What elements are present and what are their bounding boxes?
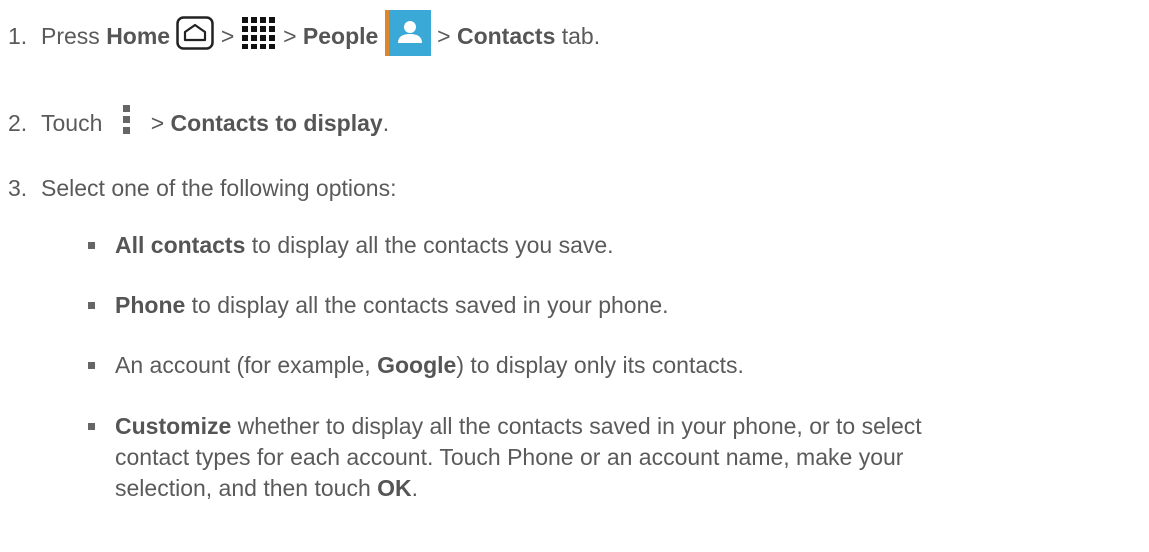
option-text: to display all the contacts you save.	[245, 232, 614, 258]
option-text: An account (for example,	[115, 352, 378, 378]
option-title: Google	[377, 352, 457, 378]
step-text: Press	[41, 22, 100, 49]
contacts-to-display-label: Contacts to display	[170, 109, 383, 136]
bullet-icon	[88, 423, 95, 430]
step-number: 3.	[8, 175, 28, 201]
option-text: ) to display only its contacts.	[456, 352, 744, 378]
option-text: to display all the contacts saved in you…	[185, 292, 669, 318]
bullet-icon	[88, 242, 95, 249]
separator: >	[283, 22, 297, 49]
bullet-icon	[88, 362, 95, 369]
option-line: Customize whether to display all the con…	[115, 411, 1145, 442]
step-text: tab.	[561, 22, 601, 49]
people-label: People	[302, 22, 379, 49]
option-phone: Phone to display all the contacts saved …	[115, 290, 669, 321]
option-text: .	[411, 475, 419, 501]
people-app-icon	[384, 10, 431, 62]
bullet-icon	[88, 302, 95, 309]
option-text: selection, and then touch	[115, 475, 378, 501]
period: .	[382, 109, 390, 136]
step-3: 3. Select one of the following options:	[8, 175, 396, 202]
separator: >	[220, 22, 235, 49]
ok-label: OK	[377, 475, 412, 501]
home-button-icon	[176, 16, 215, 56]
home-label: Home	[106, 22, 171, 49]
step-text: Touch	[41, 109, 103, 136]
option-text: whether to display all the contacts save…	[231, 413, 922, 439]
option-line: selection, and then touch OK.	[115, 473, 1145, 504]
menu-dots-icon	[122, 104, 132, 142]
step-2: 2. Touch > Contacts to display.	[8, 104, 389, 142]
apps-grid-icon	[241, 16, 277, 56]
step-1: 1. Press Home > > People > Contacts tab.	[8, 10, 600, 62]
step-number: 1.	[8, 22, 28, 49]
option-customize: Customize whether to display all the con…	[115, 411, 1145, 504]
option-all-contacts: All contacts to display all the contacts…	[115, 230, 614, 261]
contacts-label: Contacts	[456, 22, 556, 49]
option-title: Phone	[115, 292, 186, 318]
step-number: 2.	[8, 109, 28, 136]
step-text: Select one of the following options:	[41, 175, 397, 201]
separator: >	[437, 22, 451, 49]
option-title: All contacts	[115, 232, 246, 258]
option-line: contact types for each account. Touch Ph…	[115, 444, 904, 470]
separator: >	[150, 109, 165, 136]
option-account: An account (for example, Google) to disp…	[115, 350, 744, 381]
option-title: Customize	[115, 413, 232, 439]
